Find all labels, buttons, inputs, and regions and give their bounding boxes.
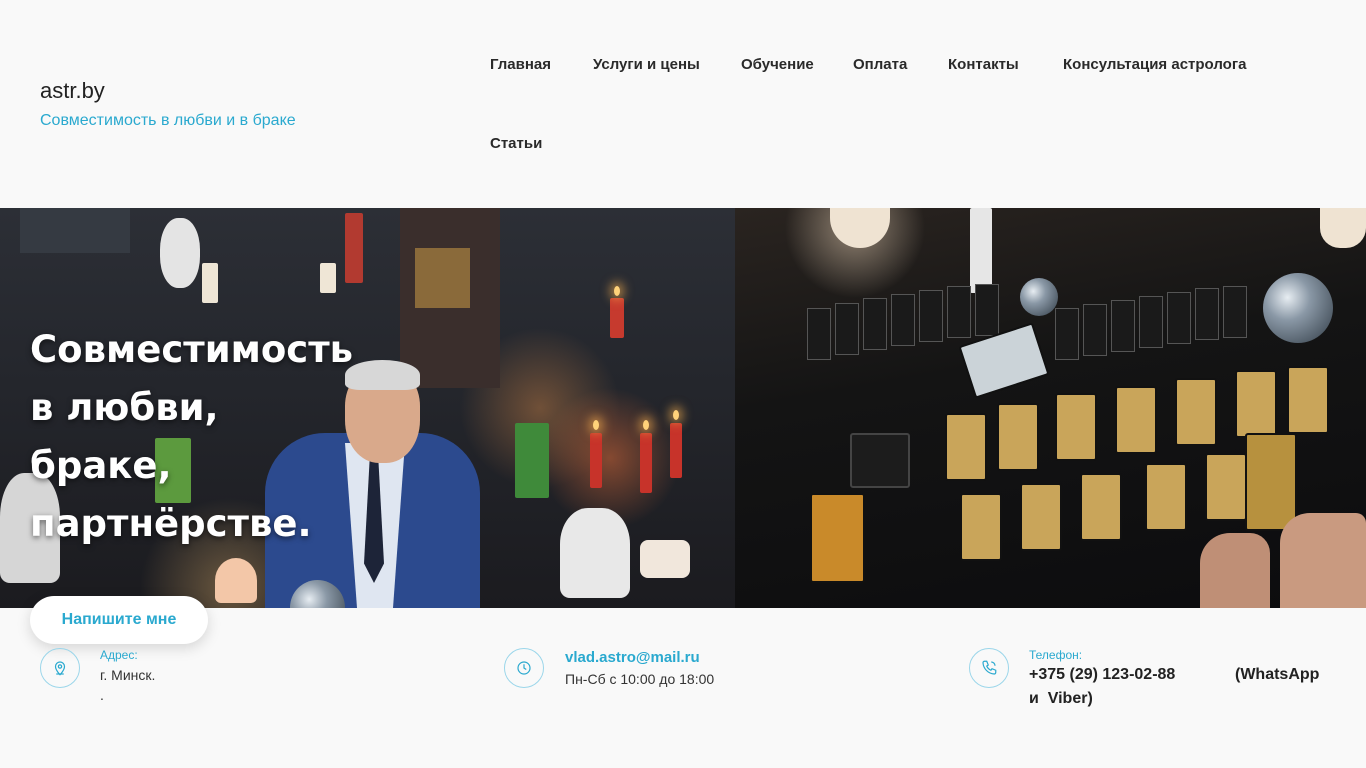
tarot-card-held (1245, 433, 1297, 531)
address-value: г. Минск. (100, 667, 156, 683)
location-pin-icon (40, 648, 80, 688)
nav-item-contacts[interactable]: Контакты (948, 56, 1019, 73)
crystal-ball (1020, 278, 1058, 316)
hero-heading-line: партнёрстве. (30, 502, 312, 545)
nav-item-articles[interactable]: Статьи (490, 135, 542, 152)
address-value-extra: . (100, 687, 104, 703)
tarot-card (997, 403, 1039, 471)
tarot-deck (1167, 292, 1191, 344)
crystal-ball (1263, 273, 1333, 343)
tarot-card (945, 413, 987, 481)
phone-label: Телефон: (1029, 648, 1083, 662)
address-label: Адрес: (100, 648, 138, 662)
tarot-card (1115, 386, 1157, 454)
phone-icon (969, 648, 1009, 688)
candle (1320, 208, 1366, 248)
candle (640, 433, 652, 493)
tarot-deck (975, 284, 999, 336)
hand (1200, 533, 1270, 608)
nav-item-training[interactable]: Обучение (741, 56, 814, 73)
hand (1280, 513, 1366, 608)
angel-statuette (160, 218, 200, 288)
tarot-deck (947, 286, 971, 338)
site-title[interactable]: astr.by (40, 78, 296, 104)
tarot-card (1020, 483, 1062, 551)
angel-statuette (560, 508, 630, 598)
site-tagline: Совместимость в любви и в браке (40, 112, 296, 129)
tarot-box (850, 433, 910, 488)
candle (320, 263, 336, 293)
tarot-card (960, 493, 1002, 561)
tarot-card (1287, 366, 1329, 434)
hero-heading-line: Совместимость (30, 328, 354, 371)
religious-icon-frame (415, 248, 470, 308)
tarot-deck (919, 290, 943, 342)
candle (202, 263, 218, 303)
tarot-card (1145, 463, 1187, 531)
nav-item-payment[interactable]: Оплата (853, 56, 907, 73)
candle (670, 423, 682, 478)
tarot-card (1080, 473, 1122, 541)
candle-flame (673, 410, 679, 420)
nav-item-consultation[interactable]: Консультация астролога (1063, 56, 1246, 73)
green-candle (515, 423, 549, 498)
candle (830, 208, 890, 248)
tarot-deck (863, 298, 887, 350)
tarot-card (1055, 393, 1097, 461)
hero-photo-tarot-cards (735, 208, 1366, 608)
tarot-deck (1111, 300, 1135, 352)
site-header: astr.by Совместимость в любви и в браке … (0, 0, 1366, 208)
candle-flame (614, 286, 620, 296)
tarot-deck (1195, 288, 1219, 340)
tarot-card (1205, 453, 1247, 521)
hero-heading: Совместимость в любви, браке, партнёрств… (30, 321, 450, 553)
write-me-button[interactable]: Напишите мне (30, 596, 208, 644)
tarot-deck (835, 303, 859, 355)
candle (590, 433, 602, 488)
nav-item-home[interactable]: Главная (490, 56, 551, 73)
tarot-card (1175, 378, 1217, 446)
candle (345, 213, 363, 283)
vase (970, 208, 992, 293)
phone-note-messengers: и Viber) (1029, 690, 1093, 707)
candle (610, 298, 624, 338)
tarot-deck (1139, 296, 1163, 348)
working-hours: Пн-Сб с 10:00 до 18:00 (565, 671, 715, 687)
tarot-card (810, 493, 865, 583)
tarot-card (1235, 370, 1277, 438)
tarot-deck (1223, 286, 1247, 338)
candle (640, 540, 690, 578)
bookshelf (20, 208, 130, 253)
site-logo[interactable]: astr.by Совместимость в любви и в браке (40, 78, 296, 130)
tarot-card (958, 322, 1050, 399)
hero-banner: Совместимость в любви, браке, партнёрств… (0, 208, 1366, 608)
tarot-deck (1083, 304, 1107, 356)
phone-note: (WhatsApp (1235, 666, 1320, 683)
tarot-deck (807, 308, 831, 360)
phone-number[interactable]: +375 (29) 123-02-88 (1029, 666, 1175, 684)
nav-item-services[interactable]: Услуги и цены (593, 56, 700, 73)
clock-icon (504, 648, 544, 688)
candle (215, 558, 257, 603)
tarot-deck (1055, 308, 1079, 360)
hero-heading-line: в любви, (30, 386, 219, 429)
hero-heading-line: браке, (30, 444, 172, 487)
tarot-deck (891, 294, 915, 346)
candle-flame (593, 420, 599, 430)
candle-flame (643, 420, 649, 430)
email-link[interactable]: vlad.astro@mail.ru (565, 649, 714, 666)
